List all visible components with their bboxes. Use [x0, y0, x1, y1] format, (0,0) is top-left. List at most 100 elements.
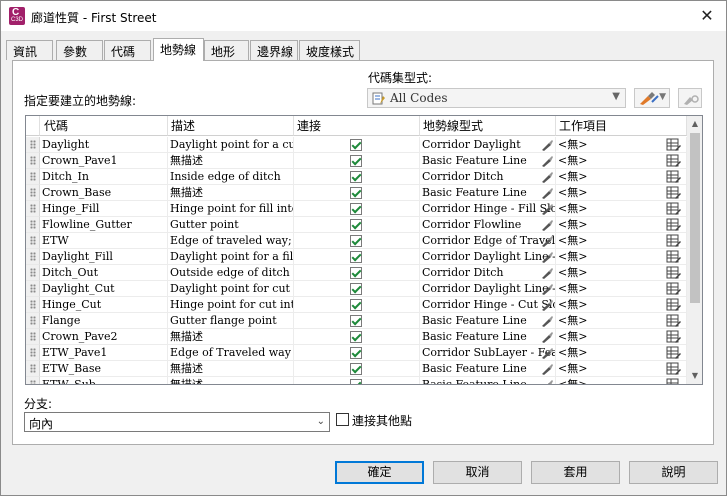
- edit-style-pen-icon[interactable]: [540, 330, 554, 344]
- pay-item-table-icon[interactable]: [666, 378, 682, 384]
- connect-checkbox[interactable]: [350, 139, 362, 151]
- edit-style-pen-icon[interactable]: [540, 298, 554, 312]
- vertical-scrollbar[interactable]: ▲ ▼: [687, 116, 702, 384]
- pay-item-table-icon[interactable]: [666, 314, 682, 328]
- row-selector[interactable]: [26, 297, 40, 313]
- pay-item-table-icon[interactable]: [666, 218, 682, 232]
- tab-parameters[interactable]: 參數: [56, 40, 103, 60]
- pick-code-set-button[interactable]: [678, 88, 702, 108]
- tab-feature-lines[interactable]: 地勢線: [153, 38, 204, 61]
- feature-line-style-cell[interactable]: Corridor SubLayer - Feature: [420, 345, 556, 361]
- pay-item-table-icon[interactable]: [666, 362, 682, 376]
- edit-code-set-style-button[interactable]: ▼: [634, 88, 670, 108]
- close-icon[interactable]: ✕: [696, 5, 718, 27]
- connect-checkbox[interactable]: [350, 363, 362, 375]
- pay-item-table-icon[interactable]: [666, 170, 682, 184]
- pay-item-table-icon[interactable]: [666, 186, 682, 200]
- tab-slope-patterns[interactable]: 坡度樣式: [299, 40, 360, 60]
- connect-checkbox[interactable]: [350, 347, 362, 359]
- row-selector[interactable]: [26, 185, 40, 201]
- edit-style-pen-icon[interactable]: [540, 346, 554, 360]
- row-selector[interactable]: [26, 201, 40, 217]
- code-set-select[interactable]: All Codes ▼: [367, 88, 626, 108]
- column-header-description[interactable]: 描述: [168, 116, 294, 136]
- row-selector[interactable]: [26, 361, 40, 377]
- scroll-up-icon[interactable]: ▲: [687, 116, 702, 132]
- edit-style-pen-icon[interactable]: [540, 314, 554, 328]
- pay-item-table-icon[interactable]: [666, 282, 682, 296]
- connect-checkbox[interactable]: [350, 187, 362, 199]
- row-selector[interactable]: [26, 233, 40, 249]
- feature-line-style-cell[interactable]: Corridor Ditch: [420, 169, 556, 185]
- column-header-code[interactable]: 代碼: [40, 116, 168, 136]
- pay-item-table-icon[interactable]: [666, 154, 682, 168]
- feature-line-style-cell[interactable]: Corridor Edge of Travel Way: [420, 233, 556, 249]
- pay-item-table-icon[interactable]: [666, 298, 682, 312]
- pay-item-table-icon[interactable]: [666, 234, 682, 248]
- feature-line-style-cell[interactable]: Corridor Daylight: [420, 137, 556, 153]
- tab-info[interactable]: 資訊: [6, 40, 53, 60]
- feature-line-style-cell[interactable]: Basic Feature Line: [420, 313, 556, 329]
- column-header-pay-item[interactable]: 工作項目: [556, 116, 687, 136]
- tab-surfaces[interactable]: 地形: [204, 40, 249, 60]
- cancel-button[interactable]: 取消: [433, 461, 522, 484]
- edit-style-pen-icon[interactable]: [540, 186, 554, 200]
- feature-line-style-cell[interactable]: Corridor Flowline: [420, 217, 556, 233]
- edit-style-pen-icon[interactable]: [540, 250, 554, 264]
- edit-style-pen-icon[interactable]: [540, 266, 554, 280]
- row-selector[interactable]: [26, 377, 40, 384]
- pay-item-table-icon[interactable]: [666, 138, 682, 152]
- edit-style-pen-icon[interactable]: [540, 202, 554, 216]
- scrollbar-thumb[interactable]: [690, 133, 700, 303]
- feature-line-style-cell[interactable]: Basic Feature Line: [420, 185, 556, 201]
- feature-line-style-cell[interactable]: Corridor Hinge - Cut Slope: [420, 297, 556, 313]
- feature-line-style-cell[interactable]: Basic Feature Line: [420, 361, 556, 377]
- connect-checkbox[interactable]: [350, 331, 362, 343]
- pay-item-table-icon[interactable]: [666, 266, 682, 280]
- connect-checkbox[interactable]: [350, 203, 362, 215]
- row-selector[interactable]: [26, 153, 40, 169]
- edit-style-pen-icon[interactable]: [540, 138, 554, 152]
- edit-style-pen-icon[interactable]: [540, 154, 554, 168]
- feature-line-style-cell[interactable]: Corridor Hinge - Fill Slope: [420, 201, 556, 217]
- feature-line-style-cell[interactable]: Corridor Daylight Line - Cut: [420, 281, 556, 297]
- connect-checkbox[interactable]: [350, 155, 362, 167]
- row-selector[interactable]: [26, 137, 40, 153]
- row-selector[interactable]: [26, 217, 40, 233]
- connect-checkbox[interactable]: [350, 283, 362, 295]
- tab-codes[interactable]: 代碼: [104, 40, 151, 60]
- column-header-feature-line-style[interactable]: 地勢線型式: [420, 116, 556, 136]
- apply-button[interactable]: 套用: [531, 461, 620, 484]
- connect-extra-points-checkbox[interactable]: [336, 413, 349, 426]
- connect-checkbox[interactable]: [350, 251, 362, 263]
- edit-style-pen-icon[interactable]: [540, 218, 554, 232]
- tab-boundaries[interactable]: 邊界線: [250, 40, 298, 60]
- pay-item-table-icon[interactable]: [666, 202, 682, 216]
- feature-line-style-cell[interactable]: Basic Feature Line: [420, 329, 556, 345]
- row-selector[interactable]: [26, 329, 40, 345]
- edit-style-pen-icon[interactable]: [540, 362, 554, 376]
- row-selector[interactable]: [26, 281, 40, 297]
- edit-style-pen-icon[interactable]: [540, 282, 554, 296]
- feature-line-style-cell[interactable]: Basic Feature Line: [420, 153, 556, 169]
- help-button[interactable]: 說明: [629, 461, 718, 484]
- pay-item-table-icon[interactable]: [666, 330, 682, 344]
- ok-button[interactable]: 確定: [335, 461, 424, 484]
- pay-item-table-icon[interactable]: [666, 346, 682, 360]
- connect-checkbox[interactable]: [350, 379, 362, 384]
- branch-select[interactable]: 向內 ⌄: [24, 412, 330, 432]
- row-selector[interactable]: [26, 249, 40, 265]
- feature-line-style-cell[interactable]: Corridor Daylight Line - Fill: [420, 249, 556, 265]
- edit-style-pen-icon[interactable]: [540, 170, 554, 184]
- feature-line-style-cell[interactable]: Corridor Ditch: [420, 265, 556, 281]
- edit-style-pen-icon[interactable]: [540, 234, 554, 248]
- row-selector[interactable]: [26, 345, 40, 361]
- connect-checkbox[interactable]: [350, 219, 362, 231]
- pay-item-table-icon[interactable]: [666, 250, 682, 264]
- row-selector[interactable]: [26, 313, 40, 329]
- scroll-down-icon[interactable]: ▼: [687, 368, 702, 384]
- connect-checkbox[interactable]: [350, 315, 362, 327]
- column-header-connect[interactable]: 連接: [294, 116, 420, 136]
- row-selector[interactable]: [26, 169, 40, 185]
- row-selector[interactable]: [26, 265, 40, 281]
